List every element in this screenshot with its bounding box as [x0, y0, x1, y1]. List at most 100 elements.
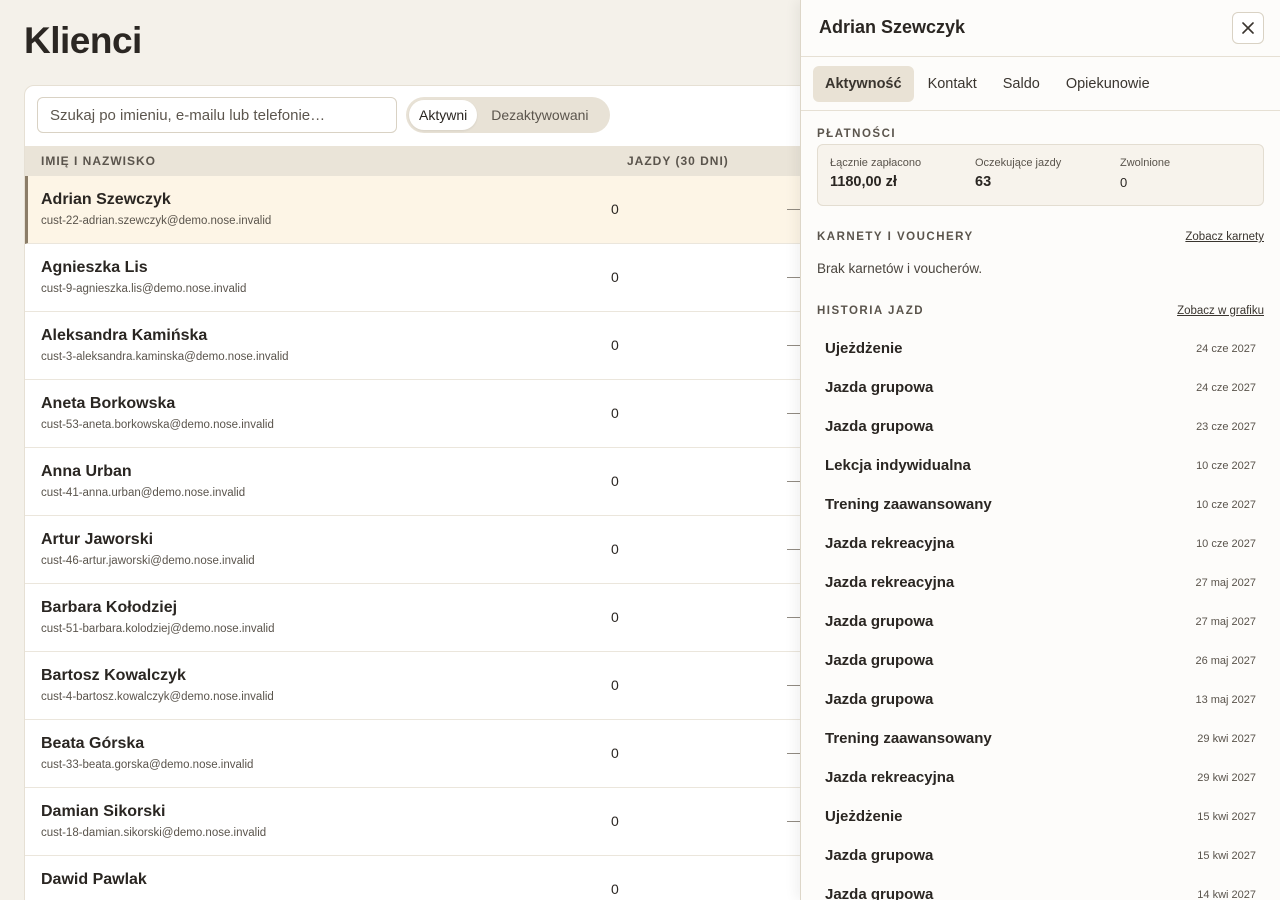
toolbar: Aktywni Dezaktywowani: [25, 86, 823, 146]
close-button[interactable]: [1232, 12, 1264, 44]
client-row[interactable]: Beata Górska cust-33-beata.gorska@demo.no…: [25, 720, 823, 788]
history-item[interactable]: Lekcja indywidualna 10 cze 2027: [817, 447, 1264, 486]
panel-header: Adrian Szewczyk: [801, 0, 1280, 57]
client-name: Agnieszka Lis: [41, 259, 148, 276]
client-email: cust-18-damian.sikorski@demo.nose.invali…: [41, 827, 267, 839]
filter-active-button[interactable]: Aktywni: [409, 100, 478, 130]
client-row[interactable]: Agnieszka Lis cust-9-agnieszka.lis@demo.n…: [25, 244, 823, 312]
history-item[interactable]: Ujeżdżenie 15 kwi 2027: [817, 798, 1264, 837]
history-item-name: Jazda rekreacyjna: [825, 574, 955, 591]
client-name: Aneta Borkowska: [41, 395, 176, 412]
payments-summary: Łącznie zapłacono 1180,00 zł Oczekujące …: [817, 144, 1264, 206]
client-row[interactable]: Bartosz Kowalczyk cust-4-bartosz.kowalczy…: [25, 652, 823, 720]
client-row[interactable]: Aneta Borkowska cust-53-aneta.borkowska@d…: [25, 380, 823, 448]
client-name: Bartosz Kowalczyk: [41, 667, 186, 684]
history-item[interactable]: Jazda grupowa 13 maj 2027: [817, 681, 1264, 720]
exempt-value: 0: [1120, 175, 1128, 190]
history-item-date: 24 cze 2027: [1196, 343, 1256, 355]
pending-rides-label: Oczekujące jazdy: [975, 157, 1062, 169]
client-row[interactable]: Adrian Szewczyk cust-22-adrian.szewczyk@d…: [25, 176, 823, 244]
page-title: Klienci: [24, 20, 142, 61]
tab-activity[interactable]: Aktywność: [813, 65, 914, 102]
client-rides-count: 0: [611, 473, 619, 489]
client-email: cust-51-barbara.kolodziej@demo.nose.inva…: [41, 623, 275, 635]
client-extra-value: —: [787, 812, 801, 828]
client-name: Dawid Pawlak: [41, 871, 147, 888]
client-row[interactable]: Damian Sikorski cust-18-damian.sikorski@d…: [25, 788, 823, 856]
client-row[interactable]: Barbara Kołodziej cust-51-barbara.kolodzi…: [25, 584, 823, 652]
client-email: cust-53-aneta.borkowska@demo.nose.invali…: [41, 419, 274, 431]
pending-rides-value: 63: [975, 174, 992, 190]
passes-empty-text: Brak karnetów i voucherów.: [817, 261, 983, 276]
client-name: Anna Urban: [41, 463, 132, 480]
history-item-date: 29 kwi 2027: [1197, 772, 1256, 784]
client-email: cust-3-aleksandra.kaminska@demo.nose.inv…: [41, 351, 289, 363]
ride-history-list: Ujeżdżenie 24 cze 2027 Jazda grupowa 24 cze…: [817, 330, 1264, 900]
table-header: IMIĘ I NAZWISKO JAZDY (30 DNI): [25, 146, 823, 176]
history-item[interactable]: Jazda grupowa 23 cze 2027: [817, 408, 1264, 447]
client-extra-value: —: [787, 608, 801, 624]
client-email: cust-9-agnieszka.lis@demo.nose.invalid: [41, 283, 247, 295]
panel-title: Adrian Szewczyk: [819, 17, 966, 37]
history-item[interactable]: Jazda rekreacyjna 27 maj 2027: [817, 564, 1264, 603]
history-item[interactable]: Trening zaawansowany 29 kwi 2027: [817, 720, 1264, 759]
history-item[interactable]: Jazda grupowa 15 kwi 2027: [817, 837, 1264, 876]
client-rides-count: 0: [611, 745, 619, 761]
column-header-name[interactable]: IMIĘ I NAZWISKO: [41, 154, 156, 168]
client-email: cust-33-beata.gorska@demo.nose.invalid: [41, 759, 254, 771]
history-item[interactable]: Ujeżdżenie 24 cze 2027: [817, 330, 1264, 369]
history-item-name: Jazda grupowa: [825, 847, 934, 864]
history-item-name: Jazda grupowa: [825, 379, 934, 396]
view-schedule-link[interactable]: Zobacz w grafiku: [1177, 305, 1264, 317]
client-rides-count: 0: [611, 813, 619, 829]
client-rides-count: 0: [611, 337, 619, 353]
status-filter: Aktywni Dezaktywowani: [406, 97, 610, 133]
history-item[interactable]: Trening zaawansowany 10 cze 2027: [817, 486, 1264, 525]
history-item-date: 27 maj 2027: [1195, 577, 1256, 589]
filter-inactive-button[interactable]: Dezaktywowani: [481, 100, 598, 130]
client-email: cust-4-bartosz.kowalczyk@demo.nose.inval…: [41, 691, 274, 703]
client-row[interactable]: Aleksandra Kamińska cust-3-aleksandra.kam…: [25, 312, 823, 380]
history-item[interactable]: Jazda grupowa 14 kwi 2027: [817, 876, 1264, 900]
client-row[interactable]: Artur Jaworski cust-46-artur.jaworski@dem…: [25, 516, 823, 584]
client-rides-count: 0: [611, 677, 619, 693]
column-header-rides[interactable]: JAZDY (30 DNI): [627, 154, 729, 168]
close-icon: [1242, 22, 1254, 34]
tab-guardians[interactable]: Opiekunowie: [1054, 66, 1162, 102]
history-item-name: Jazda grupowa: [825, 418, 934, 435]
history-item[interactable]: Jazda rekreacyjna 29 kwi 2027: [817, 759, 1264, 798]
history-item[interactable]: Jazda grupowa 26 maj 2027: [817, 642, 1264, 681]
history-item-name: Jazda grupowa: [825, 886, 934, 900]
history-item-date: 13 maj 2027: [1195, 694, 1256, 706]
client-extra-value: —: [787, 268, 801, 284]
clients-list-card: Aktywni Dezaktywowani IMIĘ I NAZWISKO JA…: [24, 85, 824, 900]
client-rides-count: 0: [611, 881, 619, 897]
client-rides-count: 0: [611, 609, 619, 625]
history-item-date: 10 cze 2027: [1196, 538, 1256, 550]
client-extra-value: —: [787, 404, 801, 420]
history-item-date: 24 cze 2027: [1196, 382, 1256, 394]
history-item[interactable]: Jazda grupowa 27 maj 2027: [817, 603, 1264, 642]
client-extra-value: —: [787, 540, 801, 556]
client-extra-value: —: [787, 676, 801, 692]
view-passes-link[interactable]: Zobacz karnety: [1185, 231, 1264, 243]
client-row[interactable]: Anna Urban cust-41-anna.urban@demo.nose.i…: [25, 448, 823, 516]
tab-contact[interactable]: Kontakt: [916, 66, 989, 102]
history-item[interactable]: Jazda grupowa 24 cze 2027: [817, 369, 1264, 408]
history-item-date: 27 maj 2027: [1195, 616, 1256, 628]
history-item[interactable]: Jazda rekreacyjna 10 cze 2027: [817, 525, 1264, 564]
history-item-name: Lekcja indywidualna: [825, 457, 971, 474]
client-email: cust-22-adrian.szewczyk@demo.nose.invali…: [41, 215, 272, 227]
client-email: cust-41-anna.urban@demo.nose.invalid: [41, 487, 246, 499]
client-name: Adrian Szewczyk: [41, 191, 171, 208]
client-email: cust-46-artur.jaworski@demo.nose.invalid: [41, 555, 255, 567]
tab-balance[interactable]: Saldo: [991, 66, 1052, 102]
client-rows: Adrian Szewczyk cust-22-adrian.szewczyk@d…: [25, 176, 823, 900]
history-item-name: Ujeżdżenie: [825, 808, 903, 825]
history-item-date: 10 cze 2027: [1196, 499, 1256, 511]
client-extra-value: —: [787, 200, 801, 216]
client-row[interactable]: Dawid Pawlak 0: [25, 856, 823, 900]
search-input[interactable]: [37, 97, 397, 133]
client-rides-count: 0: [611, 541, 619, 557]
total-paid-value: 1180,00 zł: [830, 174, 897, 190]
